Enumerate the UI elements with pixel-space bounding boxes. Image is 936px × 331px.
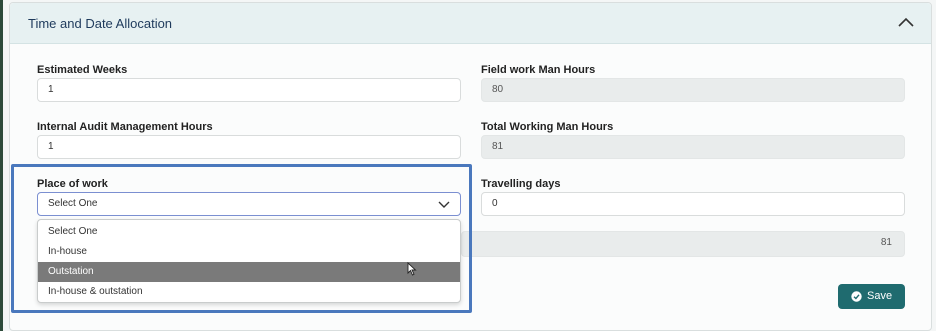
estimated-weeks-label: Estimated Weeks <box>37 64 128 76</box>
card-header[interactable]: Time and Date Allocation <box>10 3 931 44</box>
highlight-box <box>11 164 472 313</box>
mouse-cursor-icon <box>407 262 417 276</box>
save-button[interactable]: Save <box>838 284 905 309</box>
field-work-man-hours-label: Field work Man Hours <box>481 64 596 76</box>
travelling-days-input[interactable]: 0 <box>481 192 905 216</box>
total-working-man-hours-label: Total Working Man Hours <box>481 121 614 133</box>
check-circle-icon <box>851 291 862 302</box>
travelling-days-label: Travelling days <box>481 178 561 190</box>
chevron-up-icon[interactable] <box>897 14 915 32</box>
internal-audit-hours-label: Internal Audit Management Hours <box>37 121 213 133</box>
section-title: Time and Date Allocation <box>28 16 173 31</box>
partial-total-field: 81 <box>461 231 905 257</box>
window-edge <box>0 0 3 331</box>
estimated-weeks-input[interactable]: 1 <box>37 78 461 102</box>
total-working-man-hours-field: 81 <box>481 135 905 159</box>
internal-audit-hours-input[interactable]: 1 <box>37 135 461 159</box>
save-button-label: Save <box>867 290 893 302</box>
field-work-man-hours-field: 80 <box>481 78 905 102</box>
app-frame: Time and Date Allocation Estimated Weeks… <box>0 0 936 331</box>
